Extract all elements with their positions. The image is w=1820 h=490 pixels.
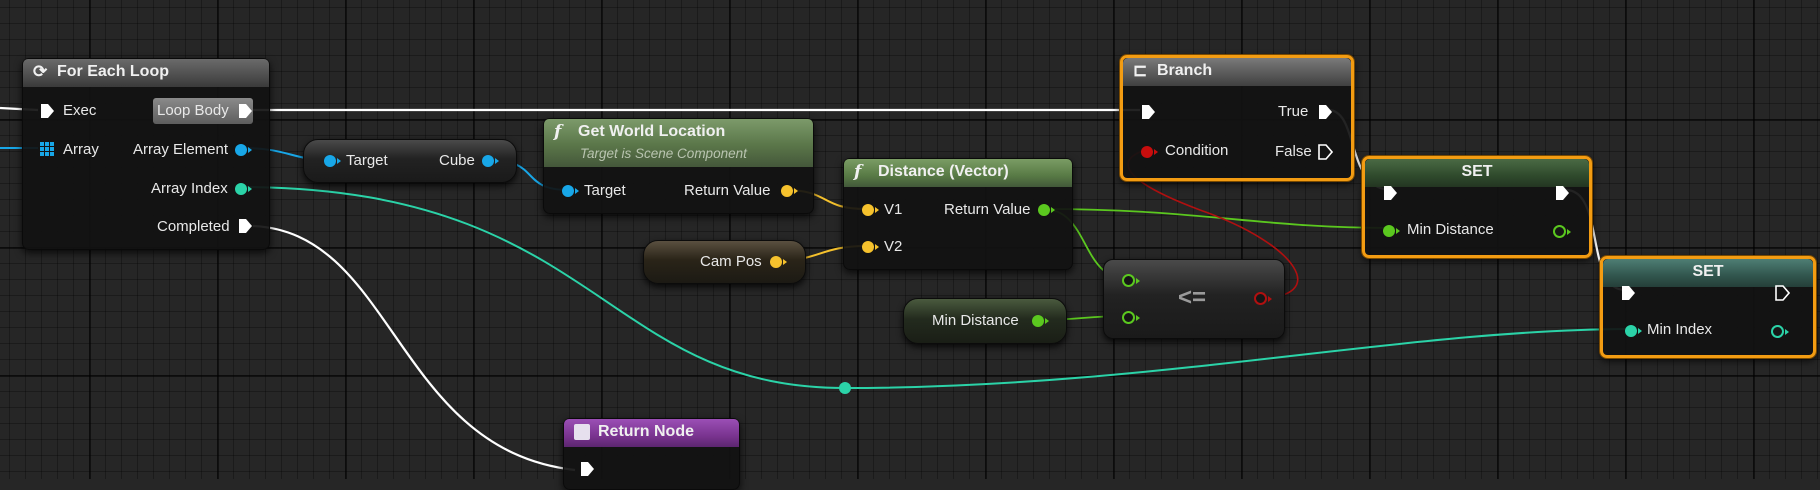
- exec-label: Exec: [63, 102, 97, 119]
- set2-exec-in-pin[interactable]: [1621, 285, 1636, 301]
- cube-target-pin[interactable]: [324, 155, 341, 167]
- for-each-loop-title: For Each Loop: [57, 63, 169, 80]
- array-element-pin[interactable]: [235, 144, 252, 156]
- return-exec-in-pin[interactable]: [580, 461, 595, 477]
- return-node-header[interactable]: Return Node: [564, 419, 739, 447]
- get-world-return-label: Return Value: [684, 182, 771, 199]
- array-index-label: Array Index: [151, 180, 228, 197]
- get-world-target-pin[interactable]: [562, 185, 579, 197]
- set-min-index-out-pin[interactable]: [1771, 325, 1789, 338]
- branch-true-pin[interactable]: [1318, 104, 1333, 120]
- branch-icon: ⊏: [1133, 61, 1148, 80]
- branch-true-label: True: [1278, 103, 1309, 120]
- branch-node[interactable]: ⊏ Branch True Condition False: [1120, 55, 1354, 181]
- branch-exec-in-pin[interactable]: [1141, 104, 1156, 120]
- get-world-location-subtitle: Target is Scene Component: [580, 146, 747, 161]
- return-node[interactable]: Return Node: [563, 418, 740, 490]
- set-min-index-label: Min Index: [1647, 321, 1713, 338]
- wire-completed-return: [252, 224, 576, 472]
- set-min-distance-header[interactable]: SET: [1365, 159, 1589, 187]
- completed-label: Completed: [157, 218, 230, 235]
- condition-label: Condition: [1165, 142, 1229, 159]
- branch-false-pin[interactable]: [1318, 144, 1333, 160]
- cam-pos-label: Cam Pos: [700, 253, 762, 270]
- cube-target-label: Target: [346, 152, 388, 169]
- loop-body-pin[interactable]: [238, 103, 253, 119]
- branch-header[interactable]: ⊏ Branch: [1123, 58, 1351, 86]
- set-min-distance-in-pin[interactable]: [1383, 225, 1400, 237]
- compare-b-pin[interactable]: [1122, 311, 1140, 324]
- loop-icon: ⟳: [33, 62, 48, 81]
- compare-result-pin[interactable]: [1254, 292, 1272, 305]
- distance-title: Distance (Vector): [878, 163, 1009, 180]
- array-element-label: Array Element: [133, 141, 229, 158]
- cam-pos-pin[interactable]: [770, 256, 787, 268]
- wire-distance-setmin: [1042, 208, 1391, 229]
- wire-reroute-knot: [839, 382, 851, 394]
- set-min-index-in-pin[interactable]: [1625, 325, 1642, 337]
- set-min-index-node[interactable]: SET Min Index: [1600, 256, 1816, 358]
- set1-exec-in-pin[interactable]: [1383, 185, 1398, 201]
- return-node-title: Return Node: [598, 423, 694, 440]
- set-min-distance-label: Min Distance: [1407, 221, 1494, 238]
- distance-return-label: Return Value: [944, 201, 1031, 218]
- cube-variable-node[interactable]: Target Cube: [303, 139, 517, 183]
- set-min-distance-out-pin[interactable]: [1553, 225, 1571, 238]
- compare-operator: <=: [1178, 284, 1207, 311]
- array-index-pin[interactable]: [235, 183, 252, 195]
- get-world-location-node[interactable]: f Get World Location Target is Scene Com…: [543, 118, 814, 214]
- set1-exec-out-pin[interactable]: [1555, 185, 1570, 201]
- set-min-index-title: SET: [1692, 263, 1724, 280]
- function-icon: f: [854, 162, 862, 182]
- get-world-location-title: Get World Location: [578, 123, 726, 140]
- array-label: Array: [63, 141, 99, 158]
- cube-output-pin[interactable]: [482, 155, 499, 167]
- compare-a-pin[interactable]: [1122, 274, 1140, 287]
- for-each-loop-header[interactable]: ⟳ For Each Loop: [23, 59, 269, 87]
- loop-body-label: Loop Body: [157, 102, 229, 119]
- condition-pin[interactable]: [1141, 146, 1158, 158]
- v1-label: V1: [884, 201, 903, 218]
- v1-pin[interactable]: [862, 204, 879, 216]
- for-each-loop-node[interactable]: ⟳ For Each Loop Exec Loop Body Array Arr…: [22, 58, 270, 250]
- completed-pin[interactable]: [238, 218, 253, 234]
- set-min-index-header[interactable]: SET: [1603, 259, 1813, 287]
- min-distance-variable-node[interactable]: Min Distance: [903, 298, 1067, 344]
- get-world-return-pin[interactable]: [781, 185, 798, 197]
- branch-title: Branch: [1157, 62, 1213, 79]
- set-min-distance-node[interactable]: SET Min Distance: [1362, 156, 1592, 258]
- return-icon: [574, 424, 590, 440]
- distance-vector-node[interactable]: f Distance (Vector) V1 Return Value V2: [843, 158, 1073, 270]
- function-icon: f: [554, 122, 562, 142]
- array-grid-icon[interactable]: [40, 142, 54, 156]
- v2-label: V2: [884, 238, 903, 255]
- cube-label: Cube: [439, 152, 475, 169]
- min-distance-get-pin[interactable]: [1032, 315, 1049, 327]
- get-world-target-label: Target: [584, 182, 626, 199]
- less-equal-node[interactable]: <=: [1103, 259, 1285, 339]
- branch-false-label: False: [1275, 143, 1312, 160]
- min-distance-get-label: Min Distance: [932, 312, 1019, 329]
- set2-exec-out-pin[interactable]: [1775, 285, 1790, 301]
- cam-pos-variable-node[interactable]: Cam Pos: [643, 240, 806, 284]
- set-min-distance-title: SET: [1461, 163, 1493, 180]
- exec-in-pin[interactable]: [40, 103, 55, 119]
- distance-header[interactable]: f Distance (Vector): [844, 159, 1072, 187]
- v2-pin[interactable]: [862, 241, 879, 253]
- distance-return-pin[interactable]: [1038, 204, 1055, 216]
